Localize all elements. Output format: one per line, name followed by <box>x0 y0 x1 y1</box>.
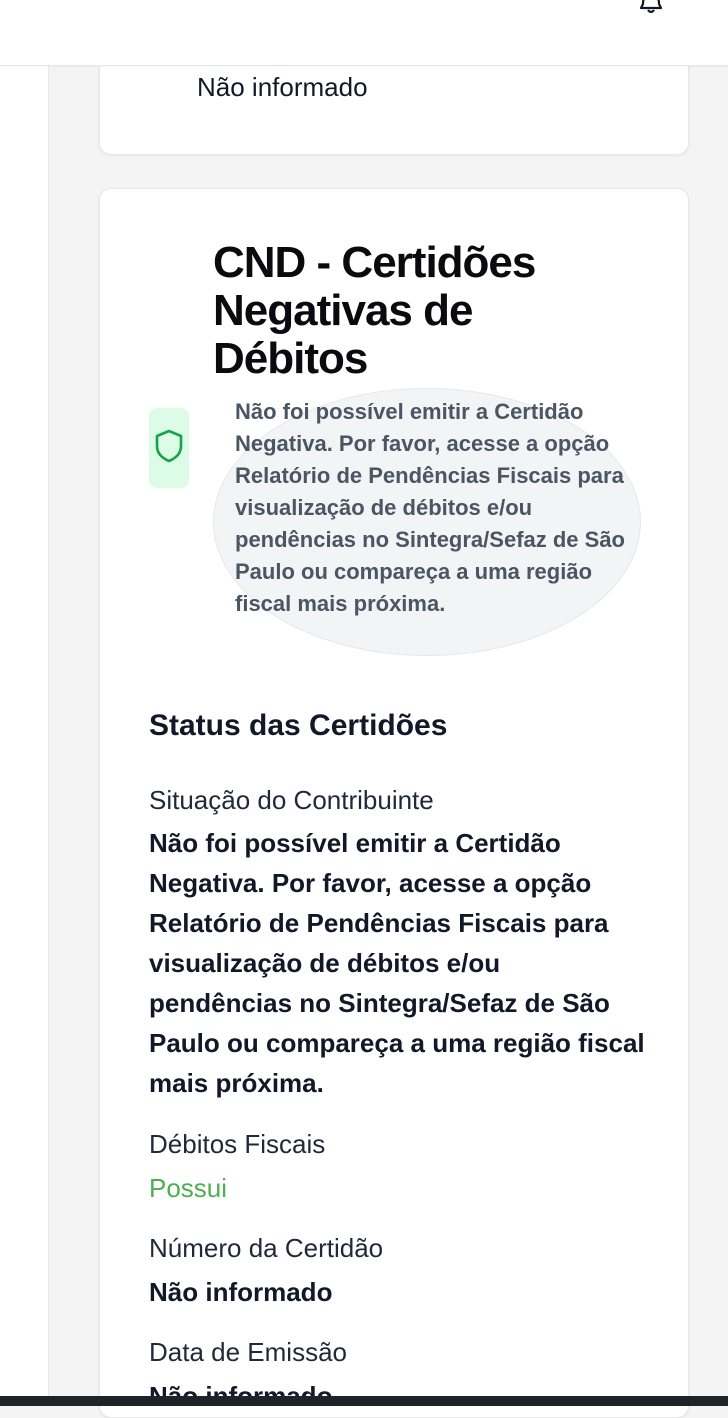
cnd-card: CND - Certidões Negativas de Débitos Não… <box>99 188 689 1418</box>
bottom-bar <box>0 1396 728 1406</box>
situacao-value: Não foi possível emitir a Certidão Negat… <box>149 828 645 1098</box>
sidebar <box>0 66 49 1396</box>
numero-value: Não informado <box>149 1277 333 1307</box>
shield-badge <box>149 408 189 488</box>
top-bar <box>0 0 728 66</box>
cnd-title: CND - Certidões Negativas de Débitos <box>213 238 536 383</box>
debitos-label: Débitos Fiscais <box>149 1129 326 1159</box>
numero-label: Número da Certidão <box>149 1233 384 1263</box>
data-emissao-label: Data de Emissão <box>149 1337 347 1367</box>
status-section-title: Status das Certidões <box>149 709 448 742</box>
previous-field-value: Não informado <box>197 72 368 102</box>
cnd-message: Não foi possível emitir a Certidão Negat… <box>235 399 625 616</box>
shield-icon <box>153 428 185 469</box>
bell-icon[interactable] <box>638 0 664 16</box>
situacao-label: Situação do Contribuinte <box>149 785 434 815</box>
debitos-value: Possui <box>149 1173 228 1203</box>
